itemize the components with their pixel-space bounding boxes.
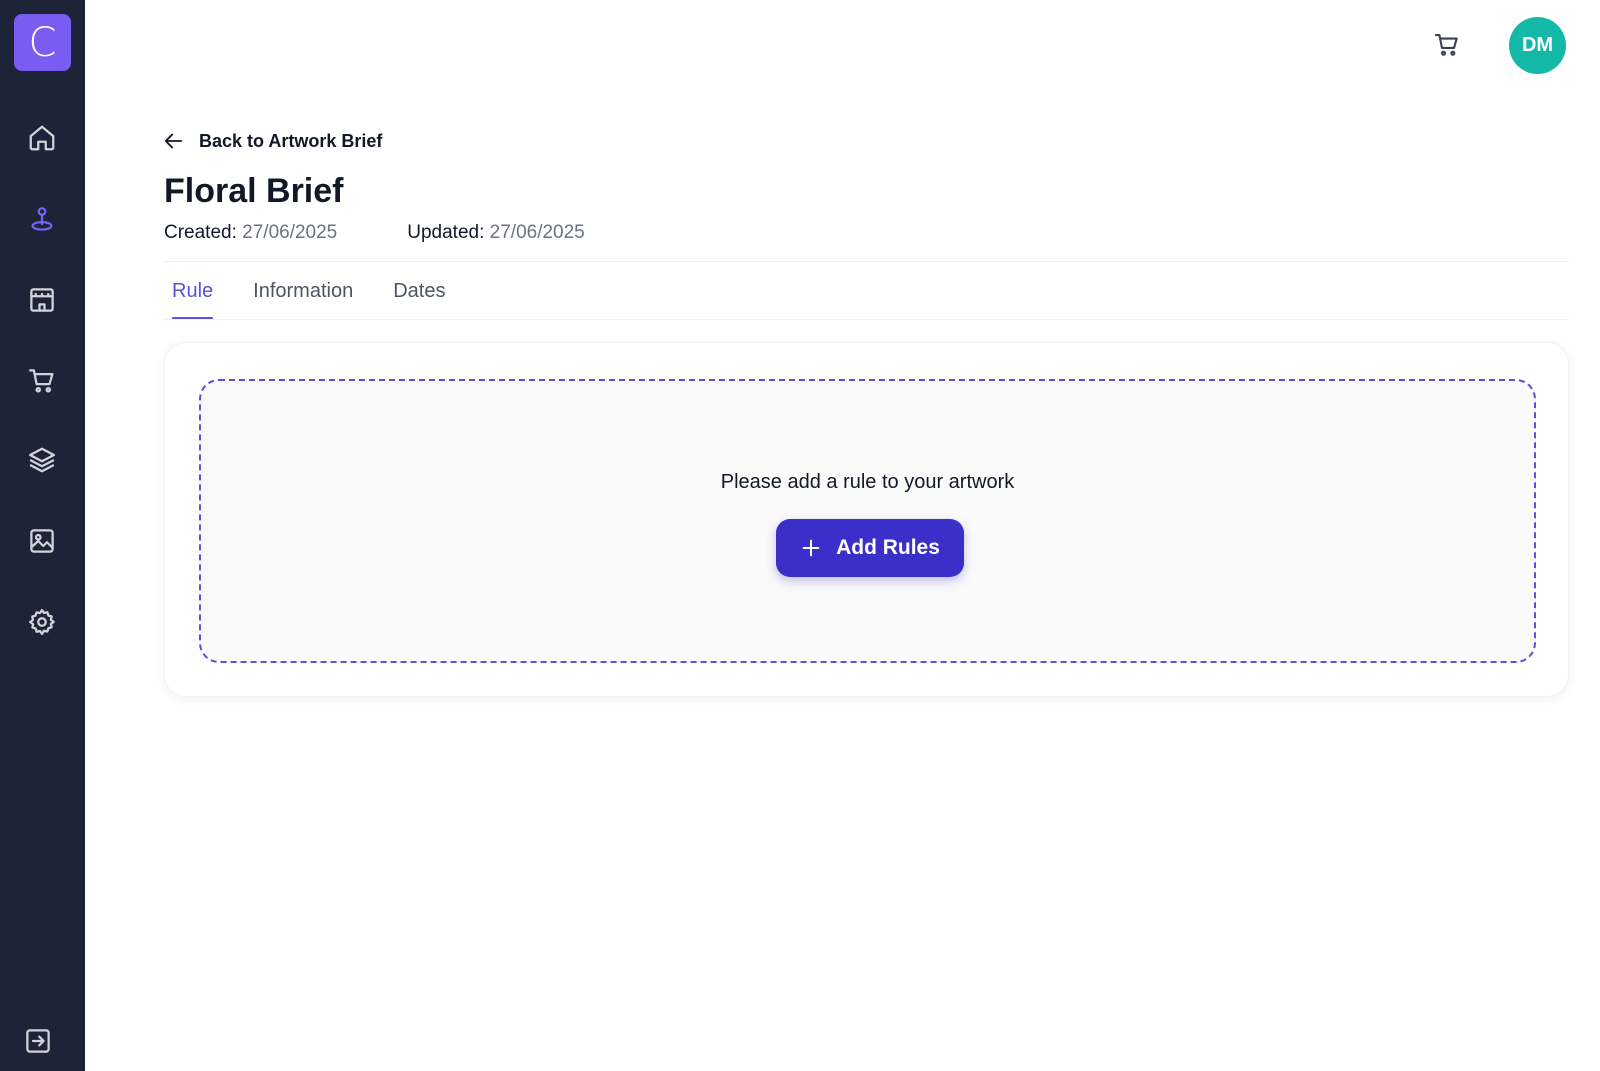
created-label: Created: <box>164 222 237 243</box>
header-divider <box>164 261 1569 262</box>
page-title: Floral Brief <box>164 172 344 210</box>
image-icon <box>30 529 54 553</box>
sidebar-item-store[interactable] <box>22 280 62 320</box>
tab-rule[interactable]: Rule <box>164 278 233 320</box>
logo-letter: C <box>28 19 57 66</box>
back-link-label: Back to Artwork Brief <box>199 130 383 151</box>
cart-icon <box>1434 34 1458 56</box>
layers-icon <box>29 447 55 473</box>
tabs-divider <box>164 319 1569 320</box>
store-icon <box>30 288 54 312</box>
brief-tabs: Rule Information Dates <box>164 278 477 320</box>
sidebar-item-layers[interactable] <box>22 440 62 480</box>
cart-icon <box>29 369 54 393</box>
sidebar-item-gallery[interactable] <box>22 521 62 561</box>
sidebar-item-artwork-briefs[interactable] <box>22 199 62 239</box>
updated-label: Updated: <box>407 222 485 243</box>
rules-card: Please add a rule to your artwork Add Ru… <box>164 342 1569 697</box>
plus-icon <box>802 539 820 557</box>
created-date: Created: 27/06/2025 <box>164 222 337 244</box>
arrow-left-icon <box>164 133 183 149</box>
add-rules-label: Add Rules <box>836 536 940 559</box>
empty-state-message: Please add a rule to your artwork <box>720 471 1015 493</box>
created-value: 27/06/2025 <box>242 222 338 243</box>
tab-information[interactable]: Information <box>245 278 373 320</box>
tab-dates[interactable]: Dates <box>385 278 465 320</box>
sidebar-item-home[interactable] <box>22 118 62 158</box>
logout-icon <box>26 1029 50 1053</box>
sidebar: C <box>0 0 85 1071</box>
home-icon <box>29 125 55 151</box>
brief-meta: Created: 27/06/2025 Updated: 27/06/2025 <box>164 222 585 244</box>
user-avatar[interactable]: DM <box>1509 17 1566 74</box>
gear-icon <box>29 609 55 635</box>
sidebar-item-cart[interactable] <box>22 361 62 401</box>
pin-location-icon <box>31 207 53 231</box>
sidebar-item-settings[interactable] <box>22 602 62 642</box>
header-cart-button[interactable] <box>1432 30 1462 60</box>
updated-value: 27/06/2025 <box>489 222 585 243</box>
logout-button[interactable] <box>18 1021 58 1061</box>
rules-empty-state: Please add a rule to your artwork Add Ru… <box>199 379 1536 663</box>
updated-date: Updated: 27/06/2025 <box>407 222 585 244</box>
app-root: C DM Back to Artwork Brief Floral Brief … <box>0 0 1600 1071</box>
back-to-artwork-brief-link[interactable]: Back to Artwork Brief <box>163 128 382 154</box>
app-logo[interactable]: C <box>14 14 71 71</box>
add-rules-button[interactable]: Add Rules <box>776 519 964 577</box>
